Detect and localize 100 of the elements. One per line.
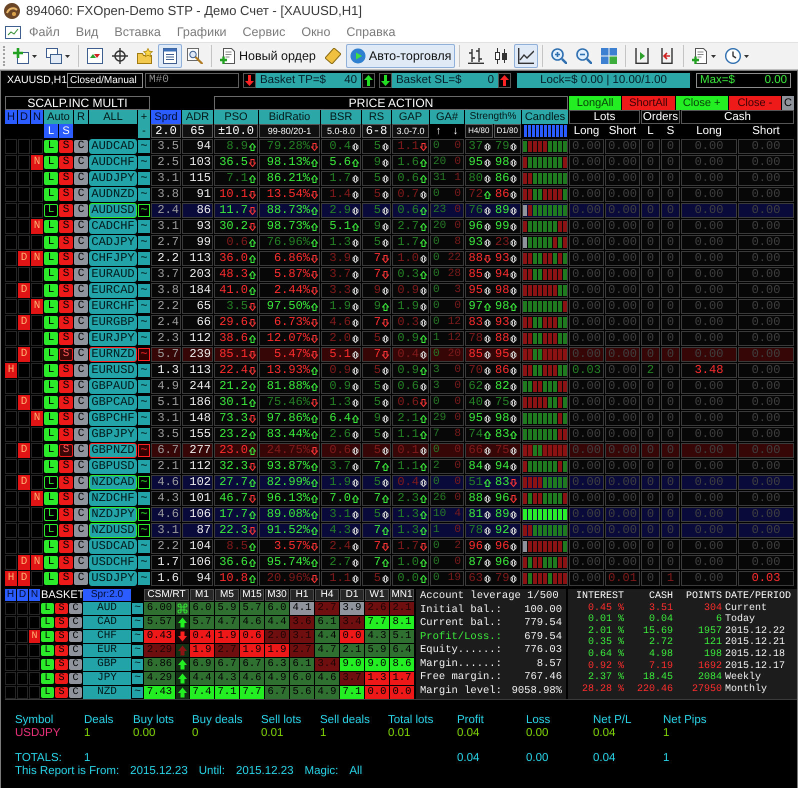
action-button[interactable]: ShortAll <box>622 96 674 110</box>
close-trade-button[interactable]: C <box>74 524 88 537</box>
close-trade-button[interactable]: C <box>74 540 88 553</box>
short-button[interactable]: S <box>59 316 73 329</box>
close-trade-button[interactable]: C <box>74 460 88 473</box>
symbol-button[interactable]: CADCHF <box>89 219 137 234</box>
close-trade-button[interactable]: C <box>74 412 88 425</box>
close-trade-button[interactable]: C <box>74 492 88 505</box>
chart-button[interactable]: ~ <box>138 444 150 457</box>
short-button[interactable]: S <box>59 204 73 217</box>
long-button[interactable]: L <box>44 348 58 361</box>
long-button[interactable]: L <box>44 460 58 473</box>
chart-button[interactable]: ~ <box>138 348 150 361</box>
column-header[interactable]: Auto <box>44 110 73 124</box>
symbol-button[interactable]: AUDJPY <box>89 171 137 186</box>
chart-button[interactable]: ~ <box>138 268 150 281</box>
close-trade-button[interactable]: C <box>74 188 88 201</box>
chart-button[interactable]: ~ <box>138 380 150 393</box>
short-button[interactable]: S <box>59 524 73 537</box>
close-trade-button[interactable]: C <box>74 444 88 457</box>
symbol-button[interactable]: USDCAD <box>89 539 137 554</box>
short-button[interactable]: S <box>59 556 73 569</box>
symbol-button[interactable]: AUDCHF <box>89 155 137 170</box>
chart-button[interactable]: ~ <box>138 428 150 441</box>
long-button[interactable]: L <box>44 444 58 457</box>
symbol-button[interactable]: USDJPY <box>89 571 137 586</box>
basket-sl-down-button[interactable] <box>379 73 392 88</box>
close-trade-button[interactable]: C <box>74 332 88 345</box>
symbol-button[interactable]: EURCAD <box>89 283 137 298</box>
auto-long-button[interactable]: L <box>44 124 58 138</box>
symbol-button[interactable]: AUDCAD <box>89 139 137 154</box>
long-button[interactable]: L <box>44 300 58 313</box>
symbol-button[interactable]: GBPCAD <box>89 395 137 410</box>
short-button[interactable]: S <box>59 412 73 425</box>
chart-button[interactable]: ~ <box>138 364 150 377</box>
short-button[interactable]: S <box>59 460 73 473</box>
basket-tp-up-button[interactable] <box>362 73 375 88</box>
chart-button[interactable]: ~ <box>138 492 150 505</box>
menu-item[interactable]: Вид <box>68 23 106 41</box>
close-trade-button[interactable]: C <box>74 380 88 393</box>
long-button[interactable]: L <box>44 316 58 329</box>
symbol-button[interactable]: GBPJPY <box>89 427 137 442</box>
long-button[interactable]: L <box>44 364 58 377</box>
long-button[interactable]: L <box>41 603 54 614</box>
currency-button[interactable]: AUD <box>83 602 131 615</box>
short-button[interactable]: S <box>59 492 73 505</box>
close-trade-button[interactable]: C <box>69 645 82 656</box>
short-button[interactable]: S <box>59 156 73 169</box>
short-button[interactable]: S <box>55 687 68 698</box>
chart-button[interactable]: ~ <box>132 645 143 656</box>
short-button[interactable]: S <box>55 659 68 670</box>
short-button[interactable]: S <box>59 172 73 185</box>
toolbar-button[interactable]: Авто-торговля <box>346 44 456 68</box>
chart-button[interactable]: ~ <box>138 284 150 297</box>
chart-button[interactable]: ~ <box>138 140 150 153</box>
close-trade-button[interactable]: C <box>74 556 88 569</box>
chart-button[interactable]: ~ <box>138 300 150 313</box>
close-trade-button[interactable]: C <box>74 348 88 361</box>
short-button[interactable]: S <box>59 140 73 153</box>
symbol-button[interactable]: EURGBP <box>89 315 137 330</box>
action-button[interactable]: LongAll <box>569 96 622 110</box>
chart-button[interactable]: ~ <box>138 508 150 521</box>
short-button[interactable]: S <box>59 300 73 313</box>
minus-button[interactable]: - <box>138 124 150 138</box>
chart-button[interactable]: ~ <box>138 572 150 585</box>
close-trade-button[interactable]: C <box>74 204 88 217</box>
long-button[interactable]: L <box>41 673 54 684</box>
symbol-button[interactable]: GBPCHF <box>89 411 137 426</box>
short-button[interactable]: S <box>59 476 73 489</box>
symbol-button[interactable]: NZDCHF <box>89 491 137 506</box>
currency-button[interactable]: EUR <box>83 644 131 657</box>
symbol-button[interactable]: GBPUSD <box>89 459 137 474</box>
short-button[interactable]: S <box>59 220 73 233</box>
long-button[interactable]: L <box>44 428 58 441</box>
chart-button[interactable]: ~ <box>138 524 150 537</box>
close-trade-button[interactable]: C <box>74 284 88 297</box>
column-header[interactable]: ALL <box>89 110 137 124</box>
action-button[interactable]: Close - <box>728 96 781 110</box>
symbol-button[interactable]: GBPAUD <box>89 379 137 394</box>
short-button[interactable]: S <box>59 380 73 393</box>
symbol-button[interactable]: GBPNZD <box>89 443 137 458</box>
chart-button[interactable]: ~ <box>138 396 150 409</box>
long-button[interactable]: L <box>44 492 58 505</box>
column-header[interactable]: R <box>74 110 88 124</box>
chart-button[interactable]: ~ <box>132 659 143 670</box>
chart-button[interactable]: ~ <box>138 204 150 217</box>
menu-item[interactable]: Сервис <box>234 23 294 41</box>
menu-item[interactable]: Справка <box>338 23 404 41</box>
short-button[interactable]: S <box>55 617 68 628</box>
close-trade-button[interactable]: C <box>74 396 88 409</box>
short-button[interactable]: S <box>55 673 68 684</box>
chart-button[interactable]: ~ <box>138 316 150 329</box>
long-button[interactable]: L <box>44 332 58 345</box>
long-button[interactable]: L <box>44 204 58 217</box>
long-button[interactable]: L <box>44 284 58 297</box>
close-trade-button[interactable]: C <box>74 572 88 585</box>
symbol-button[interactable]: AUDUSD <box>89 203 137 218</box>
long-button[interactable]: L <box>44 268 58 281</box>
close-trade-button[interactable]: C <box>69 659 82 670</box>
symbol-button[interactable]: USDCHF <box>89 555 137 570</box>
